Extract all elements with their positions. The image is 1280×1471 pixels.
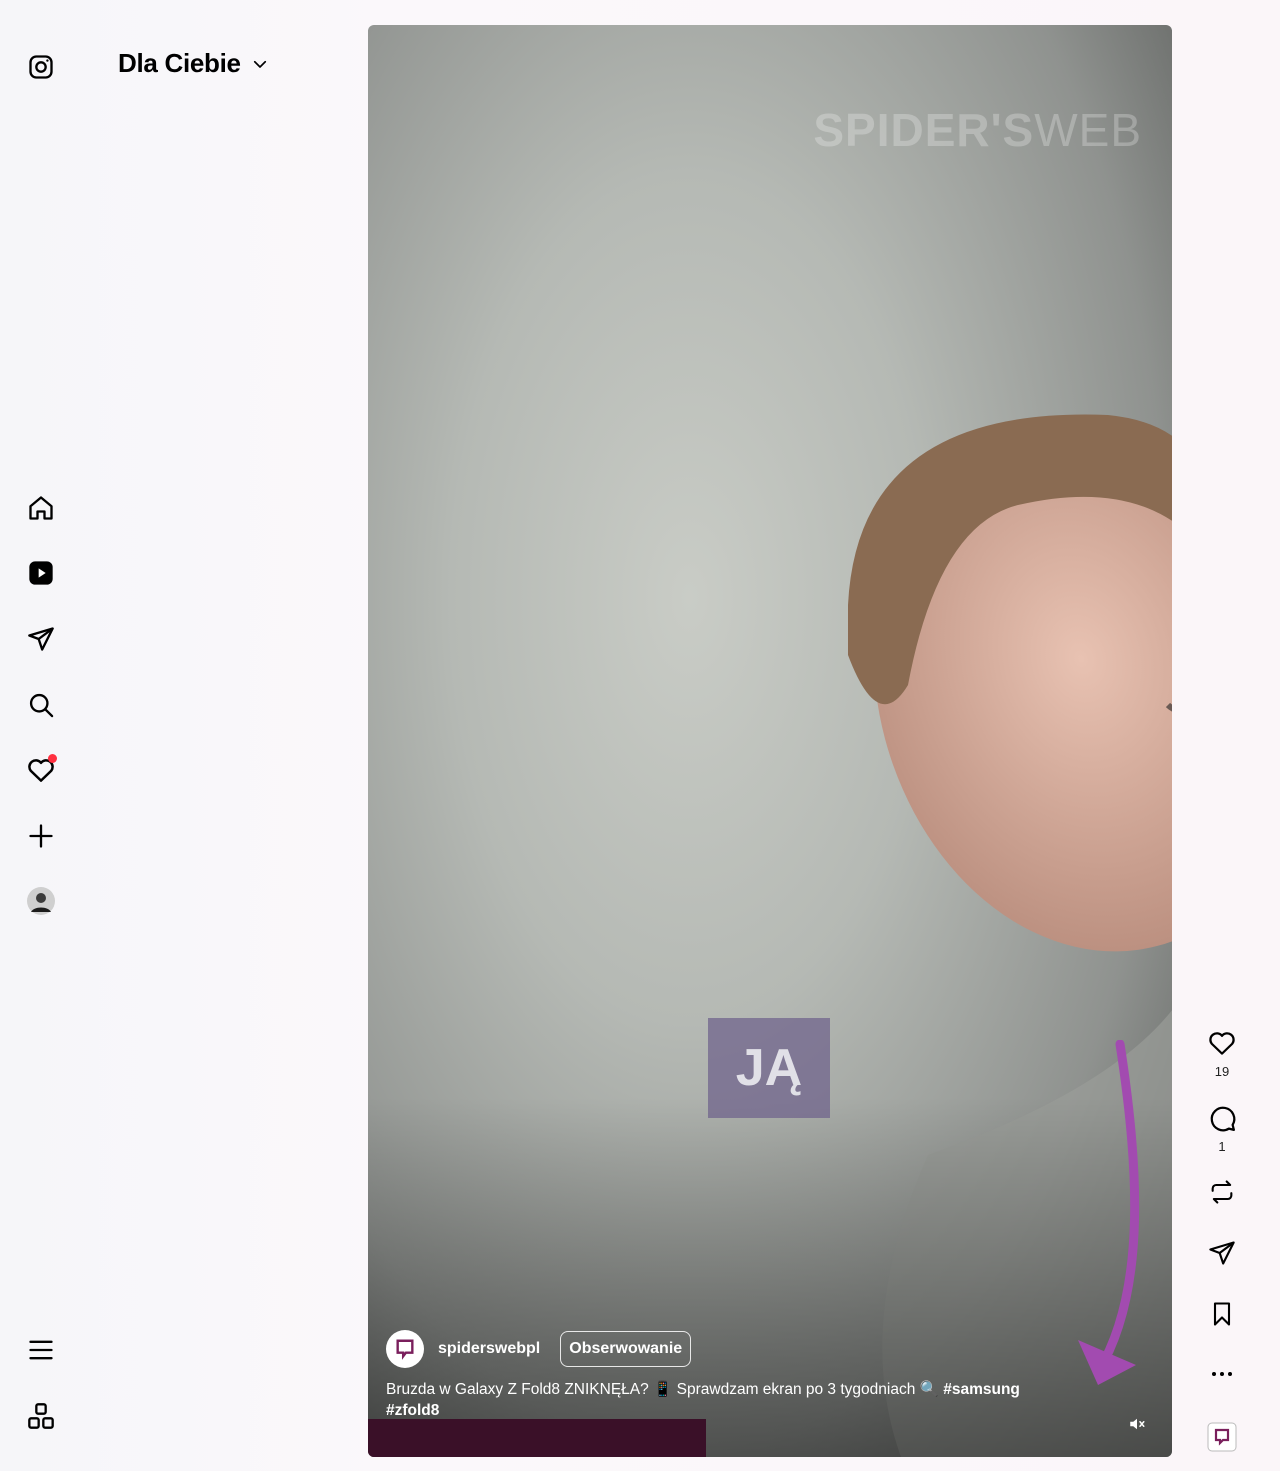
video-watermark: SPIDER'SWEB	[813, 104, 1142, 156]
page-title: Dla Ciebie	[118, 48, 241, 78]
author-username[interactable]: spiderswebpl	[438, 1340, 540, 1358]
reel-video[interactable]: SPIDER'SWEB JĄ spiderswebpl Obserwowanie…	[368, 25, 1172, 1457]
save-button[interactable]	[1206, 1300, 1238, 1328]
feed-selector[interactable]: Dla Ciebie	[118, 48, 269, 79]
messages-icon[interactable]	[25, 623, 57, 655]
audio-thumbnail-icon	[1207, 1422, 1237, 1452]
notifications-icon[interactable]	[25, 754, 57, 786]
bookmark-icon	[1208, 1300, 1236, 1328]
repost-button[interactable]	[1206, 1178, 1238, 1206]
heart-icon	[1207, 1028, 1237, 1058]
chevron-down-icon	[251, 55, 269, 73]
comment-count: 1	[1218, 1139, 1226, 1154]
video-caption: Bruzda w Galaxy Z Fold8 ZNIKNĘŁA? 📱 Spra…	[386, 1381, 1020, 1419]
comment-icon	[1207, 1103, 1237, 1133]
notification-badge	[48, 754, 57, 763]
search-icon[interactable]	[25, 689, 57, 721]
home-icon[interactable]	[25, 492, 57, 524]
video-progress-bar[interactable]	[368, 1419, 1172, 1457]
like-button[interactable]: 19	[1206, 1028, 1238, 1079]
video-progress-fill	[368, 1419, 706, 1457]
repost-icon	[1208, 1178, 1236, 1206]
instagram-logo-icon[interactable]	[25, 51, 57, 83]
video-overlay-text: JĄ	[708, 1018, 830, 1118]
hashtag-samsung[interactable]: #samsung	[943, 1381, 1020, 1398]
share-button[interactable]	[1206, 1239, 1238, 1267]
comment-button[interactable]: 1	[1206, 1103, 1238, 1154]
author-avatar[interactable]	[386, 1330, 424, 1368]
annotation-arrow-icon	[1078, 1040, 1140, 1385]
reels-icon[interactable]	[25, 557, 57, 589]
more-dots-icon	[1208, 1362, 1236, 1386]
menu-icon[interactable]	[25, 1334, 57, 1366]
author-row: spiderswebpl Obserwowanie	[386, 1330, 692, 1368]
send-icon	[1208, 1239, 1236, 1267]
hashtag-zfold8[interactable]: #zfold8	[386, 1402, 439, 1419]
more-apps-icon[interactable]	[25, 1400, 57, 1432]
follow-button[interactable]: Obserwowanie	[560, 1331, 692, 1367]
more-options-button[interactable]	[1206, 1362, 1238, 1386]
audio-source-button[interactable]	[1206, 1422, 1238, 1452]
profile-avatar[interactable]	[25, 885, 57, 917]
create-icon[interactable]	[25, 820, 57, 852]
like-count: 19	[1214, 1064, 1230, 1079]
